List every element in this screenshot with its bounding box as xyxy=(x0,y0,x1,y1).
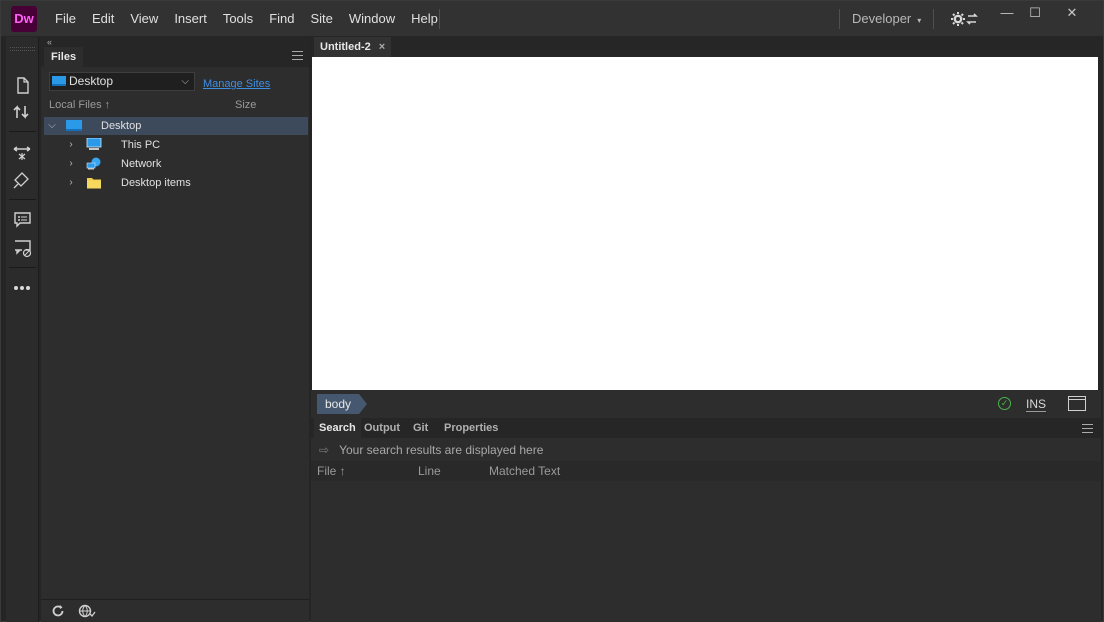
tree-item-this-pc[interactable]: › This PC xyxy=(44,136,308,154)
title-bar: Dw File Edit View Insert Tools Find Site… xyxy=(1,1,1103,37)
menu-bar: File Edit View Insert Tools Find Site Wi… xyxy=(47,1,446,37)
local-files-column-header[interactable]: Local Files ↑ xyxy=(49,99,110,111)
menu-insert[interactable]: Insert xyxy=(166,1,215,37)
tag-selector-bar: body ✓ INS xyxy=(311,390,1101,418)
menu-edit[interactable]: Edit xyxy=(84,1,122,37)
expand-arrow-icon[interactable]: › xyxy=(66,174,76,192)
network-icon xyxy=(86,157,101,170)
sync-divider xyxy=(933,9,934,29)
tree-item-desktop[interactable]: ⌵ Desktop xyxy=(44,117,308,135)
tab-git[interactable]: Git xyxy=(408,418,433,438)
workspace-switcher[interactable]: Developer ▾ xyxy=(852,1,921,39)
open-documents-icon[interactable] xyxy=(10,75,36,97)
tab-search[interactable]: Search xyxy=(314,418,361,438)
toolbar-divider xyxy=(9,267,36,268)
output-panel-tabs: Search Output Git Properties xyxy=(311,418,1101,438)
expand-arrow-icon[interactable]: › xyxy=(66,155,76,173)
files-panel-footer xyxy=(41,599,309,622)
export-icon[interactable]: ⇨ xyxy=(319,443,329,457)
menu-window[interactable]: Window xyxy=(341,1,403,37)
tag-selector-body[interactable]: body xyxy=(317,394,368,414)
tree-item-label: Desktop items xyxy=(121,177,191,189)
manage-sites-link[interactable]: Manage Sites xyxy=(203,78,270,90)
connect-remote-icon[interactable] xyxy=(78,604,96,621)
no-errors-check-icon[interactable]: ✓ xyxy=(998,397,1011,410)
files-panel: « Files Desktop ⌵ Manage Sites Local Fil… xyxy=(41,37,309,622)
sync-settings-icon[interactable] xyxy=(951,10,979,28)
menu-view[interactable]: View xyxy=(122,1,166,37)
menu-site[interactable]: Site xyxy=(302,1,340,37)
tree-item-desktop-items[interactable]: › Desktop items xyxy=(44,174,308,192)
tree-item-label: Network xyxy=(121,158,162,170)
real-time-preview-icon[interactable] xyxy=(1068,396,1086,411)
folder-icon xyxy=(87,178,101,189)
output-panel: Search Output Git Properties ⇨ Your searc… xyxy=(311,418,1101,622)
toolbar-divider xyxy=(9,131,36,132)
workspace-label: Developer xyxy=(852,11,912,26)
file-column-header[interactable]: File ↑ xyxy=(317,464,346,478)
document-tab-label: Untitled-2 xyxy=(320,41,371,53)
maximize-button[interactable]: ☐ xyxy=(1020,3,1050,23)
search-results-message: ⇨ Your search results are displayed here xyxy=(319,443,543,457)
design-view-canvas[interactable] xyxy=(312,57,1098,390)
chevron-down-icon: ▾ xyxy=(917,16,922,25)
app-logo: Dw xyxy=(11,6,37,32)
search-message-text: Your search results are displayed here xyxy=(339,443,544,457)
close-tab-icon[interactable]: × xyxy=(379,41,385,53)
tab-untitled-2[interactable]: Untitled-2 × xyxy=(314,37,392,57)
tab-properties[interactable]: Properties xyxy=(439,418,503,438)
toolbar-grip[interactable] xyxy=(10,47,35,51)
menu-divider xyxy=(439,9,440,29)
document-toolbar xyxy=(6,37,39,622)
tab-files[interactable]: Files xyxy=(44,47,84,67)
search-results-header: File ↑ Line Matched Text xyxy=(311,461,1101,481)
format-source-icon[interactable] xyxy=(10,169,36,191)
files-panel-tabs: Files xyxy=(41,47,309,67)
document-tabs: Untitled-2 × xyxy=(311,37,1101,57)
minimize-button[interactable]: — xyxy=(992,3,1022,23)
computer-icon xyxy=(86,138,102,150)
insert-mode-indicator[interactable]: INS xyxy=(1026,397,1047,412)
document-area: Untitled-2 × body ✓ INS Search Output Git… xyxy=(311,37,1101,622)
chevron-down-icon: ⌵ xyxy=(181,76,189,87)
close-button[interactable]: ✕ xyxy=(1057,3,1087,23)
menu-tools[interactable]: Tools xyxy=(215,1,261,37)
expand-arrow-icon[interactable]: ⌵ xyxy=(47,117,57,135)
desktop-icon xyxy=(66,120,82,131)
dreamweaver-window: Dw File Edit View Insert Tools Find Site… xyxy=(0,0,1104,622)
expand-arrow-icon[interactable]: › xyxy=(66,136,76,154)
site-dropdown-value: Desktop xyxy=(69,74,114,88)
line-column-header[interactable]: Line xyxy=(418,464,441,478)
collapse-panel-button[interactable]: « xyxy=(41,37,309,47)
file-management-icon[interactable] xyxy=(10,101,36,123)
remove-comment-icon[interactable] xyxy=(10,237,36,259)
expand-code-icon[interactable] xyxy=(10,141,36,163)
tree-item-network[interactable]: › Network xyxy=(44,155,308,173)
toolbar-divider xyxy=(9,199,36,200)
tree-item-label: Desktop xyxy=(101,120,142,132)
refresh-icon[interactable] xyxy=(51,604,65,621)
more-tools-icon[interactable] xyxy=(10,277,36,299)
size-column-header[interactable]: Size xyxy=(235,99,256,111)
tab-output[interactable]: Output xyxy=(359,418,405,438)
site-dropdown[interactable]: Desktop ⌵ xyxy=(49,72,195,91)
tree-item-label: This PC xyxy=(121,139,161,151)
panel-menu-icon[interactable] xyxy=(292,51,303,60)
matched-text-column-header[interactable]: Matched Text xyxy=(489,464,560,478)
panel-menu-icon[interactable] xyxy=(1082,424,1093,433)
workspace-divider xyxy=(839,9,840,29)
desktop-icon xyxy=(52,76,66,86)
apply-comment-icon[interactable] xyxy=(10,209,36,231)
menu-find[interactable]: Find xyxy=(261,1,302,37)
menu-file[interactable]: File xyxy=(47,1,84,37)
